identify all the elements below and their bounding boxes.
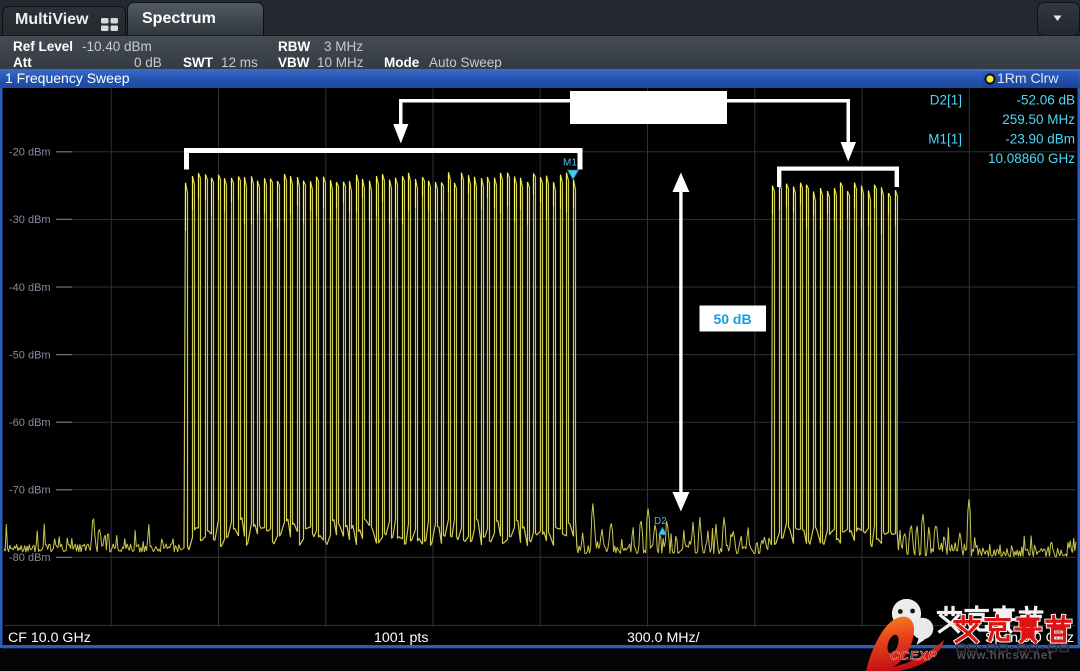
svg-text:-70 dBm: -70 dBm: [9, 485, 51, 497]
svg-text:-52.06 dB: -52.06 dB: [1016, 93, 1075, 108]
svg-text:1001 pts: 1001 pts: [374, 630, 428, 646]
svg-text:CCEXP: CCEXP: [890, 648, 937, 663]
svg-text:-60 dBm: -60 dBm: [9, 417, 51, 429]
svg-text:259.50 MHz: 259.50 MHz: [1002, 112, 1075, 127]
svg-text:50 dB: 50 dB: [713, 311, 751, 327]
svg-text:-80 dBm: -80 dBm: [9, 552, 51, 564]
svg-text:M1: M1: [563, 158, 577, 169]
svg-text:-20 dBm: -20 dBm: [9, 147, 51, 159]
svg-text:-40 dBm: -40 dBm: [9, 282, 51, 294]
svg-text:M1[1]: M1[1]: [928, 132, 962, 147]
svg-text:-23.90 dBm: -23.90 dBm: [1005, 132, 1075, 147]
svg-text:CF 10.0 GHz: CF 10.0 GHz: [8, 630, 91, 646]
svg-text:10.08860 GHz: 10.08860 GHz: [988, 151, 1075, 166]
svg-text:-30 dBm: -30 dBm: [9, 214, 51, 226]
svg-text:-50 dBm: -50 dBm: [9, 349, 51, 361]
svg-text:D2: D2: [654, 516, 667, 527]
svg-text:D2[1]: D2[1]: [930, 93, 962, 108]
svg-text:300.0 MHz/: 300.0 MHz/: [627, 630, 700, 646]
svg-text:www.hncsw.net: www.hncsw.net: [956, 650, 1053, 662]
